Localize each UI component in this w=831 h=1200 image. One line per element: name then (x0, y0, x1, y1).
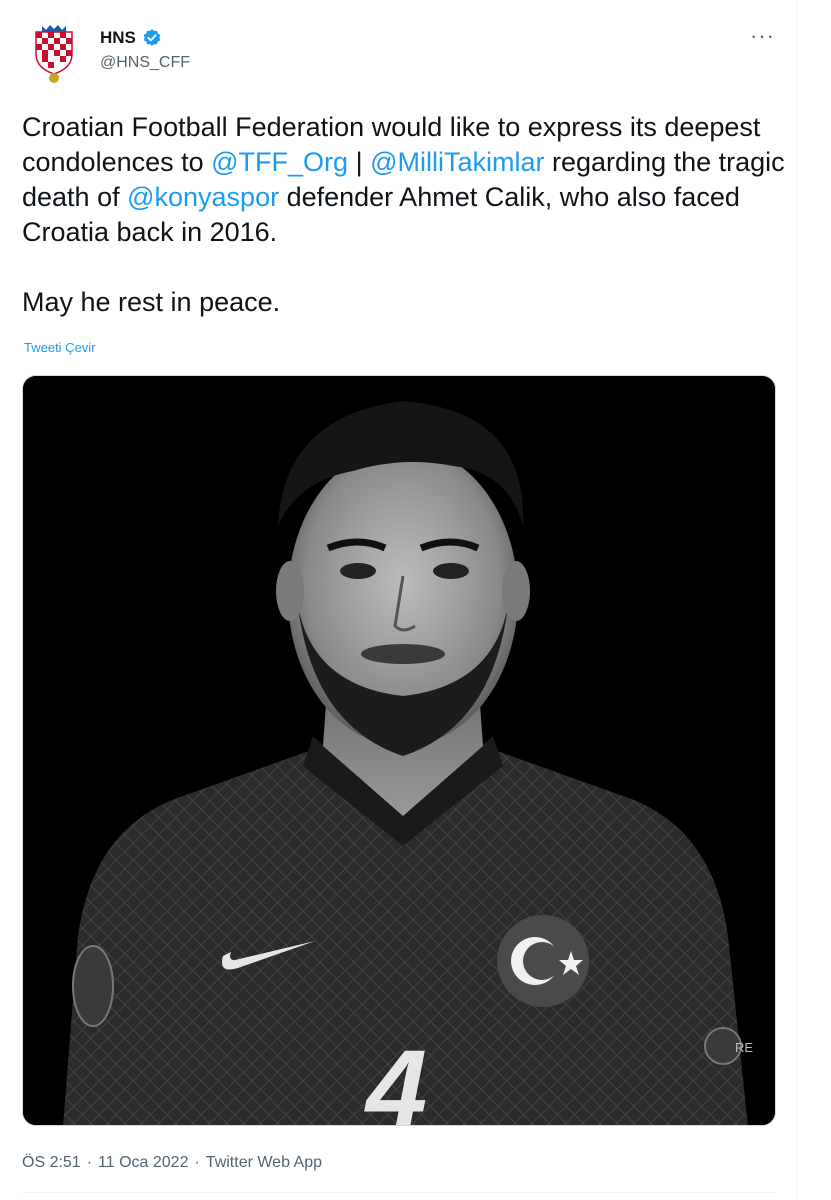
tweet-photo[interactable]: RE 4 (22, 375, 776, 1126)
tweet-source-app[interactable]: Twitter Web App (206, 1154, 322, 1172)
author-name[interactable]: HNS (100, 28, 136, 48)
mention-link[interactable]: @MilliTakimlar (370, 147, 544, 177)
svg-text:RE: RE (735, 1040, 753, 1055)
meta-separator: · (194, 1154, 200, 1171)
player-portrait-image: RE 4 (23, 376, 775, 1126)
tweet-meta: ÖS 2:51 · 11 Oca 2022 · Twitter Web App (22, 1154, 322, 1172)
meta-separator: · (86, 1154, 93, 1171)
more-options-icon[interactable]: ··· (750, 25, 775, 47)
column-divider (796, 0, 797, 1200)
hns-crest-avatar[interactable] (22, 20, 86, 84)
mention-link[interactable]: @konyaspor (127, 182, 279, 212)
divider (22, 1192, 776, 1193)
verified-badge-icon (143, 29, 161, 46)
jersey-number: 4 (364, 1028, 427, 1126)
translate-tweet-link[interactable]: Tweeti Çevir (24, 340, 96, 355)
author-name-row[interactable]: HNS (100, 28, 162, 48)
mention-link[interactable]: @TFF_Org (211, 147, 348, 177)
tweet-text: Croatian Football Federation would like … (22, 110, 792, 320)
tweet-time[interactable]: ÖS 2:51 (22, 1154, 81, 1172)
tweet-text-segment: | (348, 147, 371, 177)
author-handle[interactable]: @HNS_CFF (100, 54, 190, 72)
tweet-date[interactable]: 11 Oca 2022 (98, 1154, 188, 1172)
